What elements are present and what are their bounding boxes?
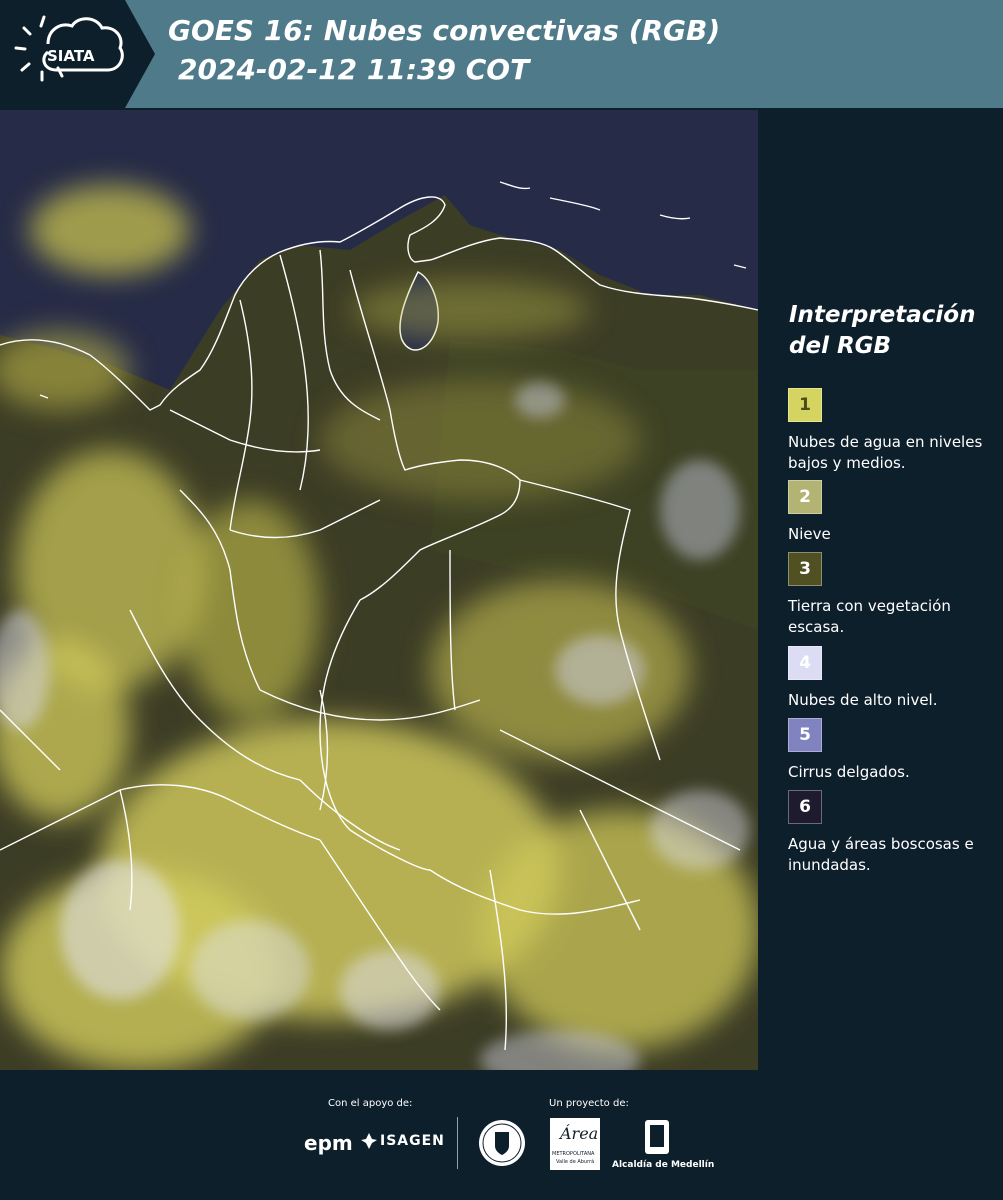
- siata-brand-text: SIATA: [47, 47, 95, 65]
- alcaldia-shield-icon: [645, 1120, 669, 1154]
- footer-divider: [457, 1117, 458, 1169]
- siata-logo[interactable]: SIATA: [0, 0, 155, 108]
- page-title: GOES 16: Nubes convectivas (RGB): [168, 14, 721, 47]
- legend-item-1: 1 Nubes de agua en niveles bajos y medio…: [788, 388, 998, 474]
- area-metropolitana-logo[interactable]: Área METROPOLITANA Valle de Aburrá: [550, 1118, 600, 1170]
- legend-item-3: 3 Tierra con vegetación escasa.: [788, 552, 998, 638]
- legend-desc-2: Nieve: [788, 525, 831, 543]
- valle-aburra-text: Valle de Aburrá: [556, 1159, 595, 1165]
- project-label: Un proyecto de:: [549, 1098, 629, 1109]
- legend-item-6: 6 Agua y áreas boscosas e inundadas.: [788, 790, 998, 876]
- legend-item-5: 5 Cirrus delgados.: [788, 718, 998, 783]
- header-bar: SIATA GOES 16: Nubes convectivas (RGB) 2…: [0, 0, 1003, 108]
- legend-swatch-6: 6: [788, 790, 822, 824]
- alcaldia-text: Alcaldía de Medellín: [612, 1160, 715, 1170]
- isagen-icon: [361, 1133, 377, 1149]
- legend-item-4: 4 Nubes de alto nivel.: [788, 646, 998, 711]
- area-text: Área: [560, 1124, 599, 1143]
- legend-swatch-5: 5: [788, 718, 822, 752]
- alcaldia-logo[interactable]: Alcaldía de Medellín: [612, 1118, 714, 1178]
- satellite-rgb-map: [0, 110, 758, 1070]
- support-label: Con el apoyo de:: [328, 1098, 413, 1109]
- footer: Con el apoyo de: Un proyecto de: epm ISA…: [0, 1070, 1003, 1200]
- page-timestamp: 2024-02-12 11:39 COT: [178, 53, 530, 86]
- legend-item-2: 2 Nieve: [788, 480, 998, 545]
- legend-desc-4: Nubes de alto nivel.: [788, 691, 938, 709]
- metropolitana-text: METROPOLITANA: [552, 1151, 595, 1157]
- legend-desc-3: Tierra con vegetación escasa.: [788, 597, 951, 636]
- epm-logo[interactable]: epm: [304, 1131, 353, 1155]
- legend-panel: Interpretación del RGB 1 Nubes de agua e…: [760, 110, 1003, 1070]
- legend-swatch-4: 4: [788, 646, 822, 680]
- legend-desc-5: Cirrus delgados.: [788, 763, 910, 781]
- legend-desc-6: Agua y áreas boscosas e inundadas.: [788, 835, 974, 874]
- isagen-logo[interactable]: ISAGEN: [360, 1132, 444, 1155]
- legend-desc-1: Nubes de agua en niveles bajos y medios.: [788, 433, 983, 472]
- medellin-seal-logo[interactable]: [477, 1118, 527, 1173]
- legend-swatch-3: 3: [788, 552, 822, 586]
- legend-swatch-1: 1: [788, 388, 822, 422]
- legend-swatch-2: 2: [788, 480, 822, 514]
- isagen-text: ISAGEN: [380, 1133, 445, 1149]
- legend-title: Interpretación del RGB: [789, 302, 976, 359]
